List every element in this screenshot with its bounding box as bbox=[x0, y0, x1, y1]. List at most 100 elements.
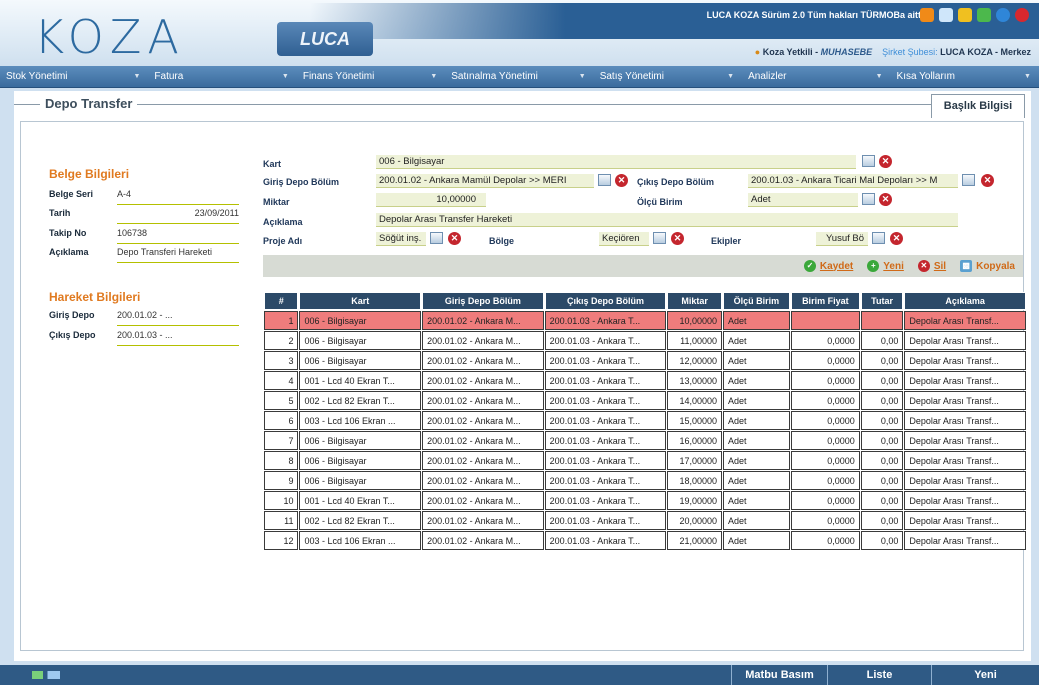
menu-kisayollar[interactable]: Kısa Yollarım ▼ bbox=[891, 71, 1039, 82]
cell-aciklama[interactable]: Depolar Arası Transf... bbox=[904, 411, 1026, 430]
cell-tutar[interactable]: 0,00 bbox=[860, 351, 904, 370]
yeni-button[interactable]: + Yeni bbox=[867, 260, 904, 272]
window-icon[interactable] bbox=[939, 8, 953, 22]
cell-kart[interactable]: 006 - Bilgisayar bbox=[299, 451, 422, 470]
row-number[interactable]: 2 bbox=[264, 331, 299, 350]
col-miktar[interactable]: Miktar bbox=[667, 292, 722, 310]
row-number[interactable]: 6 bbox=[264, 411, 299, 430]
rss-icon[interactable] bbox=[920, 8, 934, 22]
cell-olcu[interactable]: Adet bbox=[723, 451, 790, 470]
cell-olcu[interactable]: Adet bbox=[723, 531, 790, 550]
cell-giris[interactable]: 200.01.02 - Ankara M... bbox=[422, 491, 544, 510]
close-icon[interactable] bbox=[1015, 8, 1029, 22]
ekip-lookup-icon[interactable] bbox=[872, 232, 885, 244]
col-aciklama[interactable]: Açıklama bbox=[904, 292, 1026, 310]
bolge-clear-icon[interactable]: ✕ bbox=[671, 232, 684, 245]
cell-miktar[interactable]: 17,00000 bbox=[667, 451, 722, 470]
menu-finans[interactable]: Finans Yönetimi ▼ bbox=[297, 71, 445, 82]
row-number[interactable]: 3 bbox=[264, 351, 299, 370]
menu-satis[interactable]: Satış Yönetimi ▼ bbox=[594, 71, 742, 82]
giris-lookup-icon[interactable] bbox=[598, 174, 611, 186]
row-number[interactable]: 10 bbox=[264, 491, 299, 510]
cell-cikis[interactable]: 200.01.03 - Ankara T... bbox=[544, 471, 667, 490]
col-kart[interactable]: Kart bbox=[299, 292, 422, 310]
cell-miktar[interactable]: 15,00000 bbox=[667, 411, 722, 430]
liste-button[interactable]: Liste bbox=[827, 665, 931, 685]
col-no[interactable]: # bbox=[264, 292, 299, 310]
cell-kart[interactable]: 006 - Bilgisayar bbox=[299, 311, 422, 330]
row-number[interactable]: 1 bbox=[264, 311, 299, 330]
cell-aciklama[interactable]: Depolar Arası Transf... bbox=[904, 311, 1026, 330]
proje-lookup-icon[interactable] bbox=[430, 232, 443, 244]
key-icon[interactable] bbox=[958, 8, 972, 22]
cell-miktar[interactable]: 21,00000 bbox=[667, 531, 722, 550]
cikis-lookup-icon[interactable] bbox=[962, 174, 975, 186]
col-tutar[interactable]: Tutar bbox=[860, 292, 904, 310]
cell-olcu[interactable]: Adet bbox=[723, 431, 790, 450]
yeni-footer-button[interactable]: Yeni bbox=[931, 665, 1039, 685]
table-row[interactable]: 6 003 - Lcd 106 Ekran ... 200.01.02 - Anka… bbox=[264, 411, 1026, 430]
cell-tutar[interactable]: 0,00 bbox=[860, 411, 904, 430]
cell-kart[interactable]: 003 - Lcd 106 Ekran ... bbox=[299, 411, 422, 430]
cell-aciklama[interactable]: Depolar Arası Transf... bbox=[904, 491, 1026, 510]
cell-giris[interactable]: 200.01.02 - Ankara M... bbox=[422, 431, 544, 450]
cell-miktar[interactable]: 12,00000 bbox=[667, 351, 722, 370]
cell-fiyat[interactable]: 0,0000 bbox=[790, 351, 860, 370]
table-row[interactable]: 11 002 - Lcd 82 Ekran T... 200.01.02 - Ank… bbox=[264, 511, 1026, 530]
kart-lookup-icon[interactable] bbox=[862, 155, 875, 167]
cell-tutar[interactable]: 0,00 bbox=[860, 511, 904, 530]
ekip-clear-icon[interactable]: ✕ bbox=[890, 232, 903, 245]
cell-fiyat[interactable]: 0,0000 bbox=[790, 331, 860, 350]
cell-giris[interactable]: 200.01.02 - Ankara M... bbox=[422, 511, 544, 530]
row-number[interactable]: 11 bbox=[264, 511, 299, 530]
table-row[interactable]: 8 006 - Bilgisayar 200.01.02 - Ankara M...… bbox=[264, 451, 1026, 470]
row-number[interactable]: 7 bbox=[264, 431, 299, 450]
cell-cikis[interactable]: 200.01.03 - Ankara T... bbox=[544, 411, 667, 430]
cell-cikis[interactable]: 200.01.03 - Ankara T... bbox=[544, 391, 667, 410]
menu-fatura[interactable]: Fatura ▼ bbox=[148, 71, 296, 82]
table-row[interactable]: 9 006 - Bilgisayar 200.01.02 - Ankara M...… bbox=[264, 471, 1026, 490]
branch-value[interactable]: LUCA KOZA - Merkez bbox=[940, 47, 1031, 57]
cell-kart[interactable]: 006 - Bilgisayar bbox=[299, 471, 422, 490]
cell-miktar[interactable]: 14,00000 bbox=[667, 391, 722, 410]
cell-giris[interactable]: 200.01.02 - Ankara M... bbox=[422, 451, 544, 470]
cikis-depo-field[interactable]: 200.01.03 - Ankara Ticari Mal Depoları >… bbox=[748, 174, 958, 188]
cell-giris[interactable]: 200.01.02 - Ankara M... bbox=[422, 311, 544, 330]
bolge-field[interactable]: Keçiören bbox=[599, 232, 649, 246]
kaydet-button[interactable]: ✓ Kaydet bbox=[803, 260, 853, 272]
cell-kart[interactable]: 003 - Lcd 106 Ekran ... bbox=[299, 531, 422, 550]
cell-cikis[interactable]: 200.01.03 - Ankara T... bbox=[544, 431, 667, 450]
table-row[interactable]: 10 001 - Lcd 40 Ekran T... 200.01.02 - Ank… bbox=[264, 491, 1026, 510]
col-cikis[interactable]: Çıkış Depo Bölüm bbox=[544, 292, 667, 310]
giris-clear-icon[interactable]: ✕ bbox=[615, 174, 628, 187]
cell-cikis[interactable]: 200.01.03 - Ankara T... bbox=[544, 531, 667, 550]
proje-field[interactable]: Söğüt inş. bbox=[376, 232, 426, 246]
cell-cikis[interactable]: 200.01.03 - Ankara T... bbox=[544, 311, 667, 330]
miktar-field[interactable]: 10,00000 bbox=[376, 193, 486, 207]
cell-giris[interactable]: 200.01.02 - Ankara M... bbox=[422, 531, 544, 550]
olcu-field[interactable]: Adet bbox=[748, 193, 858, 207]
cell-kart[interactable]: 006 - Bilgisayar bbox=[299, 331, 422, 350]
cell-aciklama[interactable]: Depolar Arası Transf... bbox=[904, 351, 1026, 370]
cell-tutar[interactable]: 0,00 bbox=[860, 331, 904, 350]
cell-miktar[interactable]: 19,00000 bbox=[667, 491, 722, 510]
table-row[interactable]: 12 003 - Lcd 106 Ekran ... 200.01.02 - Ank… bbox=[264, 531, 1026, 550]
cell-olcu[interactable]: Adet bbox=[723, 371, 790, 390]
cell-fiyat[interactable]: 0,0000 bbox=[790, 471, 860, 490]
menu-stok[interactable]: Stok Yönetimi ▼ bbox=[0, 71, 148, 82]
cell-cikis[interactable]: 200.01.03 - Ankara T... bbox=[544, 351, 667, 370]
kart-field[interactable]: 006 - Bilgisayar bbox=[376, 155, 856, 169]
cell-cikis[interactable]: 200.01.03 - Ankara T... bbox=[544, 371, 667, 390]
cell-olcu[interactable]: Adet bbox=[723, 351, 790, 370]
table-row[interactable]: 2 006 - Bilgisayar 200.01.02 - Ankara M...… bbox=[264, 331, 1026, 350]
cell-giris[interactable]: 200.01.02 - Ankara M... bbox=[422, 351, 544, 370]
cell-fiyat[interactable]: 0,0000 bbox=[790, 371, 860, 390]
cell-cikis[interactable]: 200.01.03 - Ankara T... bbox=[544, 511, 667, 530]
proje-clear-icon[interactable]: ✕ bbox=[448, 232, 461, 245]
cell-giris[interactable]: 200.01.02 - Ankara M... bbox=[422, 391, 544, 410]
row-number[interactable]: 12 bbox=[264, 531, 299, 550]
cell-tutar[interactable]: 0,00 bbox=[860, 391, 904, 410]
cell-aciklama[interactable]: Depolar Arası Transf... bbox=[904, 511, 1026, 530]
cell-fiyat[interactable]: 0,0000 bbox=[790, 411, 860, 430]
cell-miktar[interactable]: 20,00000 bbox=[667, 511, 722, 530]
